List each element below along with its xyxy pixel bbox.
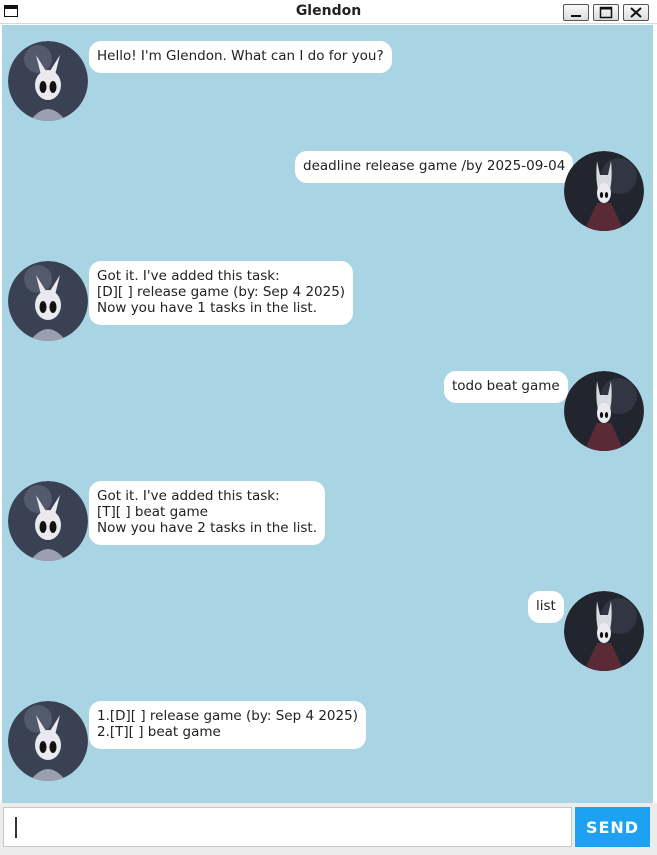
knight-icon [8,481,88,561]
text-caret [15,817,17,838]
user-message-bubble: list [528,591,564,623]
hornet-icon [564,151,644,231]
message-input[interactable] [3,807,572,847]
minimize-icon [571,15,581,17]
bot-message-bubble: Got it. I've added this task: [D][ ] rel… [89,261,354,325]
hornet-icon [564,591,644,671]
chat-area[interactable]: Hello! I'm Glendon. What can I do for yo… [2,25,653,803]
hornet-icon [564,371,644,451]
bot-message-bubble: Got it. I've added this task: [T][ ] bea… [89,481,325,545]
input-bar: SEND [0,803,657,855]
user-message-bubble: deadline release game /by 2025-09-04 [295,151,574,183]
maximize-button[interactable] [593,4,619,21]
window-title: Glendon [295,3,362,19]
bot-message-bubble: Hello! I'm Glendon. What can I do for yo… [89,41,392,73]
user-message-bubble: todo beat game [444,371,568,403]
title-bar: Glendon [0,0,657,24]
close-icon [630,7,642,18]
bot-message-bubble: 1.[D][ ] release game (by: Sep 4 2025) 2… [89,701,366,749]
minimize-button[interactable] [563,4,589,21]
knight-icon [8,701,88,781]
knight-icon [8,261,88,341]
close-button[interactable] [623,4,649,21]
send-button[interactable]: SEND [575,807,650,847]
knight-icon [8,41,88,121]
maximize-icon [599,6,613,19]
